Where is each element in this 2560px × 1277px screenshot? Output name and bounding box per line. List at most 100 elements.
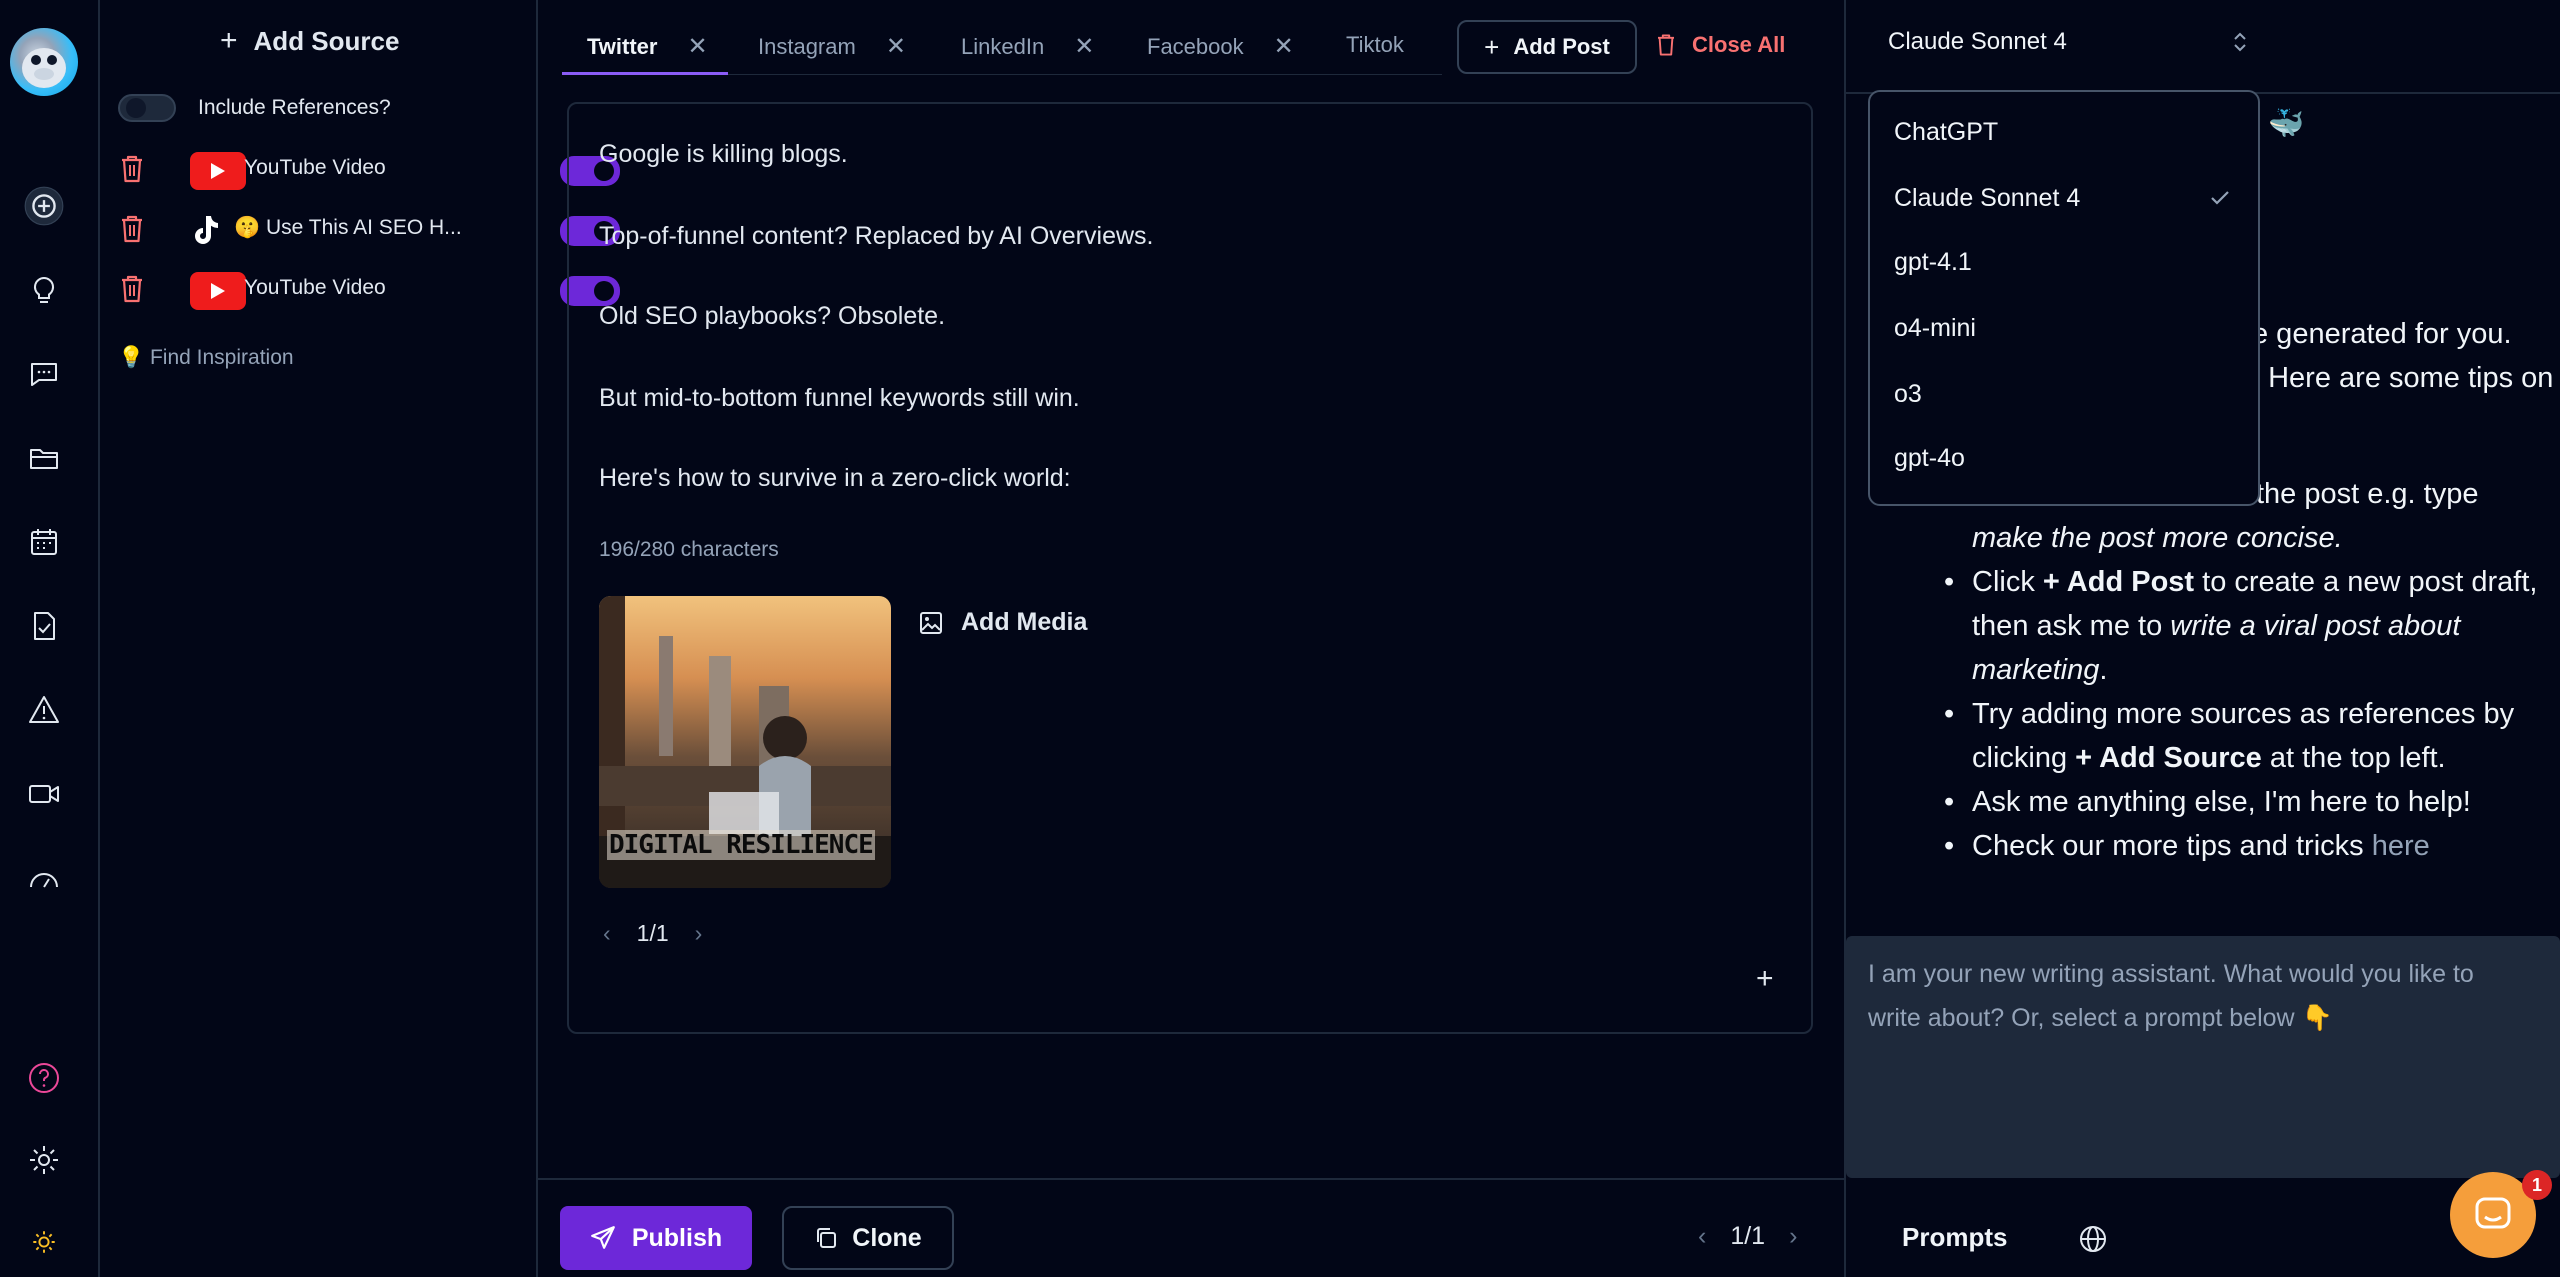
chevron-left-icon[interactable]: ‹ bbox=[1698, 1222, 1706, 1251]
source-item: YouTube Video bbox=[120, 268, 620, 312]
model-option-selected[interactable]: Claude Sonnet 4 bbox=[1894, 184, 2080, 213]
post-text-line[interactable]: Old SEO playbooks? Obsolete. bbox=[599, 302, 945, 331]
tab-linkedin[interactable]: LinkedIn ✕ bbox=[961, 32, 1094, 61]
source-item: YouTube Video bbox=[120, 148, 620, 192]
model-dropdown: ChatGPT Claude Sonnet 4 gpt-4.1 o4-mini … bbox=[1868, 90, 2260, 506]
model-option[interactable]: gpt-4.1 bbox=[1894, 248, 1972, 277]
icon-rail bbox=[0, 0, 100, 1277]
publish-label: Publish bbox=[631, 1223, 723, 1252]
active-tab-indicator bbox=[562, 72, 728, 75]
model-option[interactable]: o4-mini bbox=[1894, 314, 1976, 343]
calendar-icon[interactable] bbox=[24, 522, 64, 562]
close-icon[interactable]: ✕ bbox=[886, 32, 906, 61]
alert-icon[interactable] bbox=[24, 690, 64, 730]
plus-icon: + bbox=[220, 24, 238, 57]
tab-label: Tiktok bbox=[1346, 32, 1404, 57]
post-text-line[interactable]: Here's how to survive in a zero-click wo… bbox=[599, 464, 1071, 493]
post-text-line[interactable]: But mid-to-bottom funnel keywords still … bbox=[599, 384, 1080, 413]
tab-label: Facebook bbox=[1147, 33, 1244, 59]
source-label: 🤫 Use This AI SEO H... bbox=[234, 216, 462, 239]
avatar[interactable] bbox=[10, 28, 78, 96]
globe-icon[interactable] bbox=[2078, 1224, 2108, 1254]
add-media-button[interactable]: Add Media bbox=[919, 608, 1087, 637]
close-all-label: Close All bbox=[1692, 32, 1786, 57]
source-item: 🤫 Use This AI SEO H... bbox=[120, 208, 620, 252]
assistant-tip: Try adding more sources as references by… bbox=[1944, 692, 2542, 780]
chat-icon[interactable] bbox=[24, 354, 64, 394]
tab-label: Instagram bbox=[758, 33, 856, 59]
model-option[interactable]: ChatGPT bbox=[1894, 118, 1998, 147]
post-text-line[interactable]: Top-of-funnel content? Replaced by AI Ov… bbox=[599, 222, 1153, 251]
media-page-indicator: 1/1 bbox=[636, 920, 669, 946]
check-icon bbox=[2211, 191, 2229, 205]
chevron-left-icon[interactable]: ‹ bbox=[603, 920, 611, 947]
add-circle-icon[interactable] bbox=[24, 186, 64, 226]
model-select-value: Claude Sonnet 4 bbox=[1888, 28, 2067, 55]
gear-icon[interactable] bbox=[24, 1140, 64, 1180]
lightbulb-icon[interactable] bbox=[24, 270, 64, 310]
tab-label: LinkedIn bbox=[961, 33, 1045, 59]
add-thread-icon[interactable]: + bbox=[1756, 962, 1774, 996]
media-pager: ‹ 1/1 › bbox=[603, 920, 702, 947]
chevron-up-down-icon bbox=[2234, 32, 2246, 52]
gauge-icon[interactable] bbox=[24, 858, 64, 898]
trash-icon[interactable] bbox=[120, 154, 144, 184]
tab-label: Twitter bbox=[587, 33, 658, 59]
youtube-icon bbox=[190, 152, 246, 190]
prompts-button[interactable]: Prompts bbox=[1902, 1222, 2007, 1253]
model-option[interactable]: o3 bbox=[1894, 380, 1922, 409]
source-label: YouTube Video bbox=[244, 156, 386, 179]
assistant-tip-italic: make the post more concise. bbox=[1972, 522, 2343, 554]
post-card: Google is killing blogs. Top-of-funnel c… bbox=[567, 102, 1813, 1034]
notification-badge: 1 bbox=[2522, 1170, 2552, 1200]
add-source-button[interactable]: + Add Source bbox=[220, 24, 399, 58]
tab-instagram[interactable]: Instagram ✕ bbox=[758, 32, 906, 61]
trash-icon[interactable] bbox=[120, 214, 144, 244]
clone-button[interactable]: Clone bbox=[782, 1206, 954, 1270]
publish-button[interactable]: Publish bbox=[560, 1206, 752, 1270]
assistant-tip: Check our more tips and tricks here bbox=[1944, 824, 2542, 868]
close-icon[interactable]: ✕ bbox=[687, 32, 707, 61]
trash-icon[interactable] bbox=[120, 274, 144, 304]
chevron-right-icon[interactable]: › bbox=[1789, 1222, 1797, 1251]
post-text-line[interactable]: Google is killing blogs. bbox=[599, 140, 848, 169]
tab-facebook[interactable]: Facebook ✕ bbox=[1147, 32, 1294, 61]
chat-input-placeholder: I am your new writing assistant. What wo… bbox=[1868, 960, 2474, 1032]
add-media-label: Add Media bbox=[961, 608, 1088, 636]
close-all-button[interactable]: Close All bbox=[1656, 32, 1785, 58]
assistant-message-fragment: the post e.g. type bbox=[2256, 478, 2479, 510]
help-icon[interactable] bbox=[24, 1058, 64, 1098]
tab-tiktok[interactable]: Tiktok bbox=[1346, 32, 1404, 58]
chat-input[interactable]: I am your new writing assistant. What wo… bbox=[1846, 936, 2560, 1178]
assistant-message-fragment: e generated for you. bbox=[2252, 318, 2512, 350]
character-count: 196/280 characters bbox=[599, 538, 779, 561]
chat-bubble-icon bbox=[2475, 1197, 2511, 1229]
media-caption: DIGITAL RESILIENCE bbox=[607, 830, 875, 860]
assistant-message-fragment: . Here are some tips on bbox=[2252, 362, 2554, 394]
send-icon bbox=[590, 1226, 615, 1249]
sun-icon[interactable] bbox=[24, 1222, 64, 1262]
chevron-right-icon[interactable]: › bbox=[695, 920, 703, 947]
find-inspiration-link[interactable]: 💡 Find Inspiration bbox=[118, 346, 294, 370]
close-icon[interactable]: ✕ bbox=[1074, 32, 1094, 61]
model-select[interactable]: Claude Sonnet 4 bbox=[1888, 18, 2248, 66]
tab-twitter[interactable]: Twitter ✕ bbox=[587, 32, 708, 61]
media-thumbnail[interactable]: DIGITAL RESILIENCE bbox=[599, 596, 891, 888]
model-option[interactable]: gpt-4o bbox=[1894, 444, 1965, 473]
avatar-image bbox=[22, 48, 66, 88]
trash-icon bbox=[1658, 34, 1674, 56]
document-check-icon[interactable] bbox=[24, 606, 64, 646]
add-post-label: Add Post bbox=[1513, 34, 1610, 59]
folder-icon[interactable] bbox=[24, 438, 64, 478]
video-icon[interactable] bbox=[24, 774, 64, 814]
assistant-tip: Ask me anything else, I'm here to help! bbox=[1944, 780, 2542, 824]
add-post-button[interactable]: + Add Post bbox=[1457, 20, 1637, 74]
include-references-label: Include References? bbox=[198, 96, 391, 119]
include-references-toggle[interactable] bbox=[118, 94, 176, 122]
sources-panel: + Add Source Include References? YouTube… bbox=[100, 0, 620, 1277]
close-icon[interactable]: ✕ bbox=[1274, 32, 1294, 61]
source-label: YouTube Video bbox=[244, 276, 386, 299]
tips-link[interactable]: here bbox=[2372, 830, 2430, 862]
clone-label: Clone bbox=[852, 1223, 922, 1252]
image-icon bbox=[920, 611, 942, 634]
